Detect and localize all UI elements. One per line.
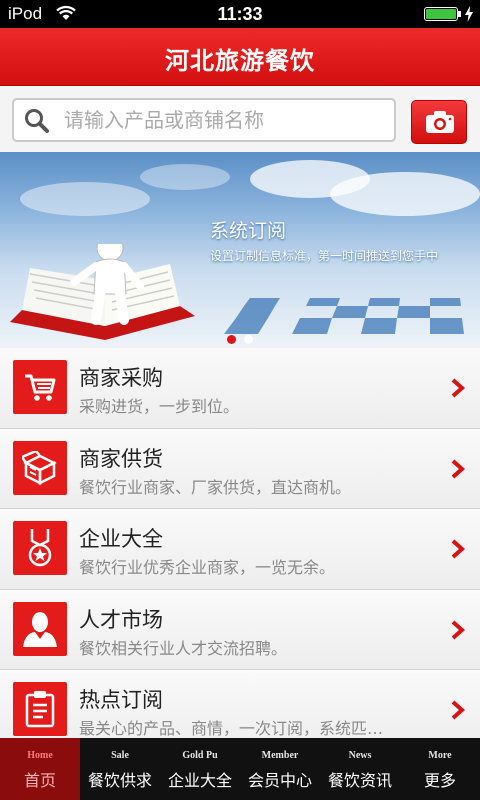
- camera-icon: [426, 111, 454, 133]
- status-bar: iPod 11:33: [0, 0, 480, 28]
- menu-item-desc: 餐饮行业优秀企业商家，一览无余。: [79, 558, 336, 577]
- chevron-right-icon: [451, 539, 466, 559]
- promo-banner[interactable]: 系统订阅 设置订制信息标准，第一时间推送到您手中: [0, 152, 480, 348]
- medal-icon: [28, 529, 52, 567]
- menu-item-merchant-purchase[interactable]: 商家采购 采购进货，一步到位。: [0, 348, 480, 429]
- nav-tab-more[interactable]: More 更多: [400, 738, 480, 800]
- charging-icon: [465, 6, 473, 22]
- nav-tab-en-label: News: [348, 750, 372, 761]
- nav-tab-label: 更多: [423, 771, 456, 790]
- nav-tab-en-label: Gold Pu: [182, 750, 218, 761]
- menu-item-merchant-supply[interactable]: 商家供货 餐饮行业商家、厂家供货，直达商机。: [0, 428, 480, 509]
- camera-scan-button[interactable]: [411, 100, 467, 144]
- page-title: 河北旅游餐饮: [165, 47, 315, 75]
- menu-item-desc: 餐饮行业商家、厂家供货，直达商机。: [79, 477, 352, 497]
- banner-title: 系统订阅: [210, 220, 287, 242]
- carousel-dot[interactable]: [244, 335, 253, 344]
- cart-icon: [25, 374, 56, 401]
- book-illustration: [10, 244, 195, 340]
- battery-icon: [424, 7, 458, 21]
- menu-item-desc: 采购进货，一步到位。: [79, 397, 240, 416]
- nav-tab-home[interactable]: Home 首页: [0, 738, 80, 800]
- carousel-dot-active[interactable]: [227, 335, 236, 344]
- nav-tab-member[interactable]: Member 会员中心: [240, 738, 320, 800]
- menu-item-enterprises[interactable]: 企业大全 餐饮行业优秀企业商家，一览无余。: [0, 509, 480, 590]
- nav-tab-en-label: Home: [27, 750, 53, 761]
- bottom-nav: Home 首页 Sale 餐饮供求 Gold Pu 企业大全 Member 会员…: [0, 738, 480, 800]
- box-icon: [22, 450, 57, 485]
- title-bar: 河北旅游餐饮: [0, 28, 480, 86]
- menu-item-desc: 餐饮相关行业人才交流招聘。: [79, 638, 288, 658]
- menu-item-talent-market[interactable]: 人才市场 餐饮相关行业人才交流招聘。: [0, 589, 480, 670]
- menu-item-title: 热点订阅: [79, 688, 163, 712]
- nav-tab-label: 会员中心: [247, 771, 312, 790]
- nav-tab-label: 餐饮资讯: [327, 771, 392, 790]
- menu-item-title: 人才市场: [79, 607, 163, 632]
- banner-subtitle: 设置订制信息标准，第一时间推送到您手中: [210, 249, 439, 263]
- nav-tab-label: 餐饮供求: [87, 771, 152, 790]
- menu-item-title: 企业大全: [79, 527, 163, 551]
- person-icon: [23, 611, 57, 647]
- nav-tab-news[interactable]: News 餐饮资讯: [320, 738, 400, 800]
- menu-item-desc: 最关心的产品、商情，一次订阅，系统匹…: [79, 719, 384, 738]
- chevron-right-icon: [451, 459, 466, 478]
- menu-list: 商家采购 采购进货，一步到位。 商家供货 餐饮行业商家、厂家供货，直达商机。 企…: [0, 348, 480, 751]
- menu-item-title: 商家采购: [79, 366, 163, 390]
- search-bar: [0, 86, 480, 152]
- chevron-right-icon: [451, 378, 466, 398]
- nav-tab-en-label: Sale: [111, 750, 129, 761]
- clipboard-icon: [25, 691, 55, 728]
- search-input[interactable]: [64, 104, 384, 136]
- nav-tab-enterprises[interactable]: Gold Pu 企业大全: [160, 738, 240, 800]
- search-icon: [25, 109, 49, 133]
- nav-tab-label: 首页: [23, 771, 56, 790]
- nav-tab-label: 企业大全: [167, 771, 232, 790]
- nav-tab-en-label: Member: [261, 750, 299, 761]
- chevron-right-icon: [451, 620, 466, 639]
- battery-cap: [458, 11, 461, 17]
- chevron-right-icon: [451, 700, 466, 720]
- search-box[interactable]: [12, 98, 396, 142]
- nav-tab-sale[interactable]: Sale 餐饮供求: [80, 738, 160, 800]
- clock: 11:33: [217, 4, 263, 24]
- menu-item-title: 商家供货: [79, 446, 163, 471]
- nav-tab-en-label: More: [428, 750, 452, 761]
